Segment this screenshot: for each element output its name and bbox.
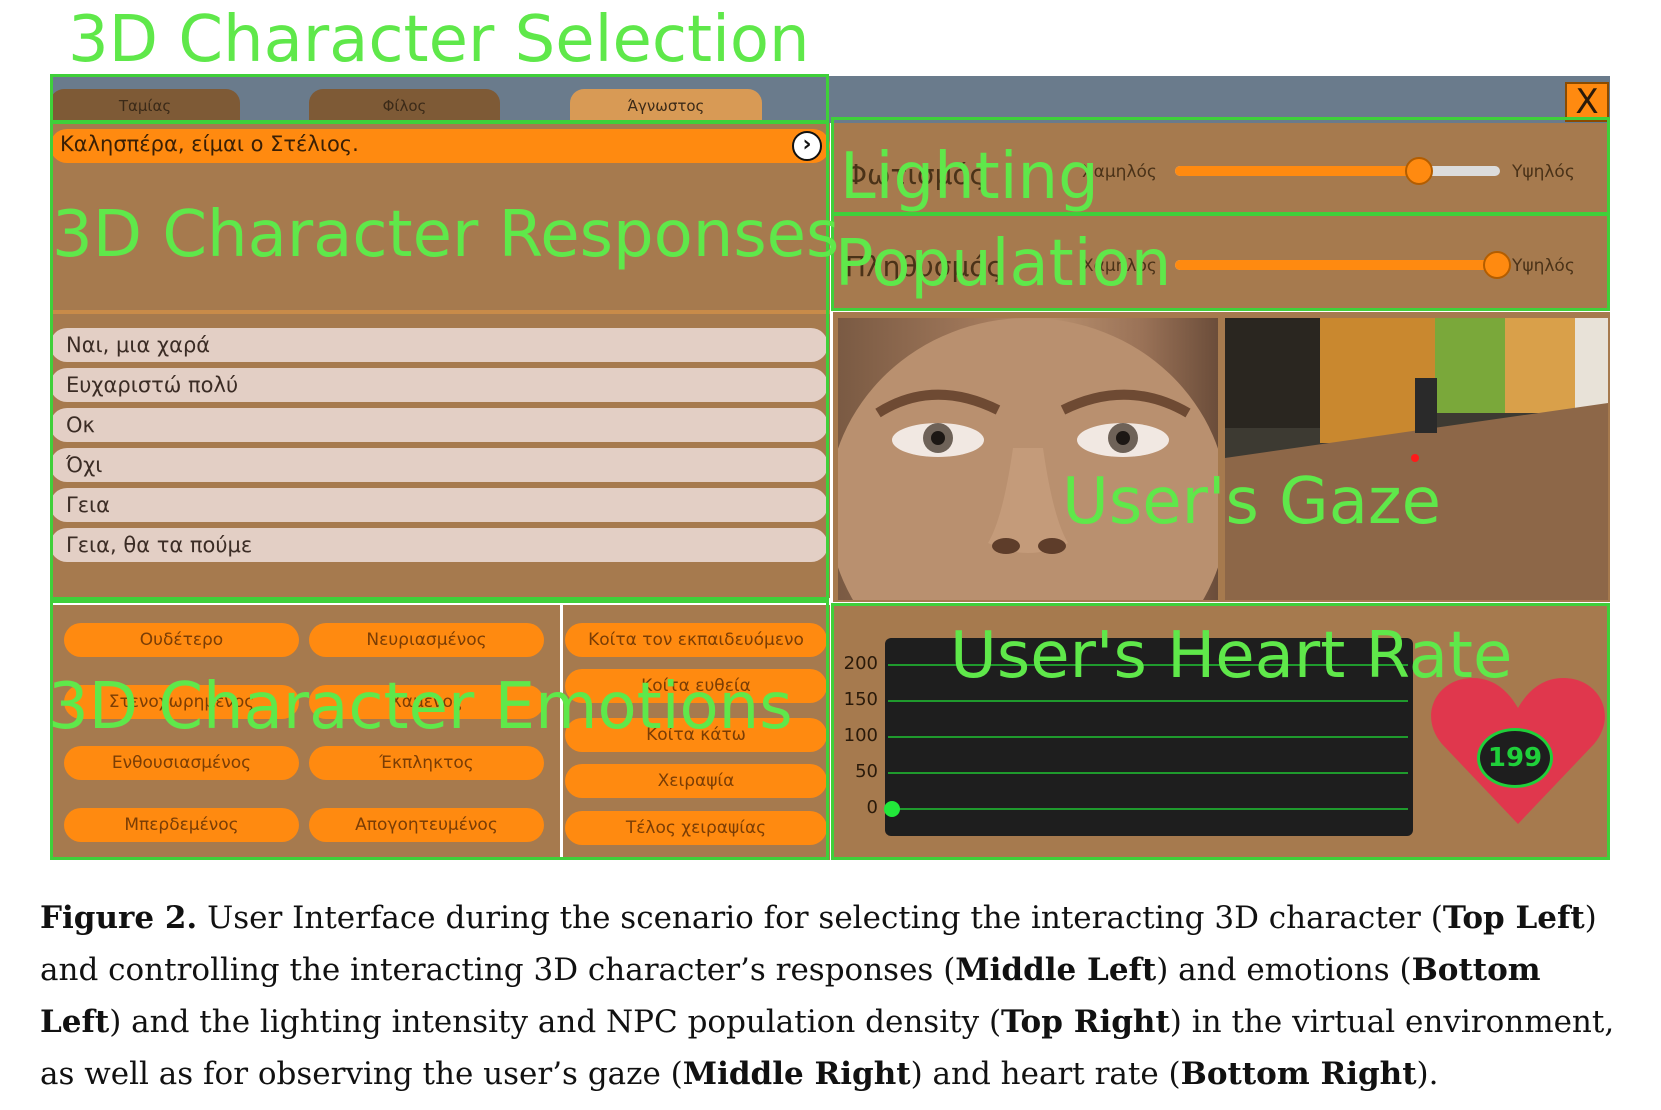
face-image — [838, 318, 1218, 600]
gridline — [888, 736, 1408, 738]
lighting-label: Φωτισμός — [845, 158, 986, 191]
caption-text: User Interface during the scenario for s… — [197, 900, 1443, 936]
response-option[interactable]: Όχι — [50, 448, 828, 482]
caption-bold: Middle Right — [682, 1056, 911, 1092]
gesture-end-handshake-button[interactable]: Τέλος χειραψίας — [565, 811, 827, 845]
caption-bold: Bottom Right — [1180, 1056, 1417, 1092]
caption-text: ) and heart rate ( — [910, 1056, 1181, 1092]
population-slider-fill — [1175, 260, 1497, 270]
heart-rate-data-point — [884, 801, 900, 817]
y-tick-150: 150 — [843, 689, 878, 710]
close-button[interactable]: X — [1565, 82, 1609, 122]
y-tick-200: 200 — [843, 653, 878, 674]
emotion-sad-button[interactable]: Στενοχωρημένος — [64, 685, 299, 719]
caption-bold: Top Left — [1442, 900, 1585, 936]
face-camera-view — [838, 318, 1218, 600]
emotion-excited-button[interactable]: Ενθουσιασμένος — [64, 746, 299, 780]
emotion-angry-button[interactable]: Νευριασμένος — [309, 623, 544, 657]
lighting-max-label: Υψηλός — [1512, 162, 1575, 182]
tab-friend[interactable]: Φίλος — [309, 89, 500, 123]
response-option[interactable]: Ευχαριστώ πολύ — [50, 368, 828, 402]
lighting-slider-fill — [1175, 166, 1419, 176]
population-slider-handle[interactable] — [1483, 251, 1511, 279]
close-icon: X — [1575, 82, 1599, 122]
gridline — [888, 664, 1408, 666]
population-min-label: Χαμηλός — [1082, 256, 1157, 276]
gridline — [888, 772, 1408, 774]
gaze-point — [1411, 454, 1419, 462]
lighting-slider[interactable] — [1175, 157, 1500, 185]
tab-cashier[interactable]: Ταμίας — [50, 89, 240, 123]
population-slider[interactable] — [1175, 251, 1511, 279]
caption-label: Figure 2. — [40, 900, 198, 936]
y-tick-100: 100 — [843, 725, 878, 746]
top-bar — [50, 76, 1610, 123]
chevron-right-icon[interactable]: › — [792, 131, 822, 161]
heart-rate-value: 199 — [1477, 728, 1553, 788]
emotion-confused-button[interactable]: Μπερδεμένος — [64, 808, 299, 842]
dialogue-bar: Καλησπέρα, είμαι ο Στέλιος. › — [50, 129, 830, 163]
emotion-disappointed-button[interactable]: Απογοητευμένος — [309, 808, 544, 842]
population-label: Πληθυσμός — [845, 250, 1003, 283]
caption-bold: Top Right — [1001, 1004, 1170, 1040]
response-option[interactable]: Ναι, μια χαρά — [50, 328, 828, 362]
response-option[interactable]: Γεια, θα τα πούμε — [50, 528, 828, 562]
response-option[interactable]: Οκ — [50, 408, 828, 442]
y-tick-0: 0 — [866, 797, 878, 818]
npc-dialogue-text: Καλησπέρα, είμαι ο Στέλιος. — [60, 132, 359, 156]
emotion-surprised-button[interactable]: Έκπληκτος — [309, 746, 544, 780]
scene-image — [1225, 318, 1608, 600]
caption-text: ). — [1416, 1056, 1439, 1092]
gridline — [888, 808, 1408, 810]
caption-bold: Middle Left — [955, 952, 1157, 988]
gesture-look-trainee-button[interactable]: Κοίτα τον εκπαιδευόμενο — [565, 623, 827, 657]
panel-divider — [50, 310, 830, 314]
lighting-slider-handle[interactable] — [1405, 157, 1433, 185]
gridline — [888, 700, 1408, 702]
population-max-label: Υψηλός — [1512, 256, 1575, 276]
gesture-handshake-button[interactable]: Χειραψία — [565, 764, 827, 798]
heart-rate-bpm: 199 — [1487, 743, 1543, 773]
lighting-min-label: Χαμηλός — [1082, 162, 1157, 182]
tab-stranger[interactable]: Άγνωστος — [570, 89, 762, 123]
emotion-neutral-button[interactable]: Ουδέτερο — [64, 623, 299, 657]
caption-text: ) and the lighting intensity and NPC pop… — [109, 1004, 1002, 1040]
figure-caption: Figure 2. User Interface during the scen… — [40, 892, 1630, 1100]
response-option[interactable]: Γεια — [50, 488, 828, 522]
caption-text: ) and emotions ( — [1156, 952, 1412, 988]
gesture-look-straight-button[interactable]: Κοίτα ευθεία — [565, 669, 827, 703]
annotation-character-selection: 3D Character Selection — [68, 3, 810, 77]
scene-camera-view — [1225, 318, 1608, 600]
emotion-lost-button[interactable]: Χαμένος — [309, 685, 544, 719]
y-tick-50: 50 — [855, 761, 878, 782]
gesture-look-down-button[interactable]: Κοίτα κάτω — [565, 718, 827, 752]
